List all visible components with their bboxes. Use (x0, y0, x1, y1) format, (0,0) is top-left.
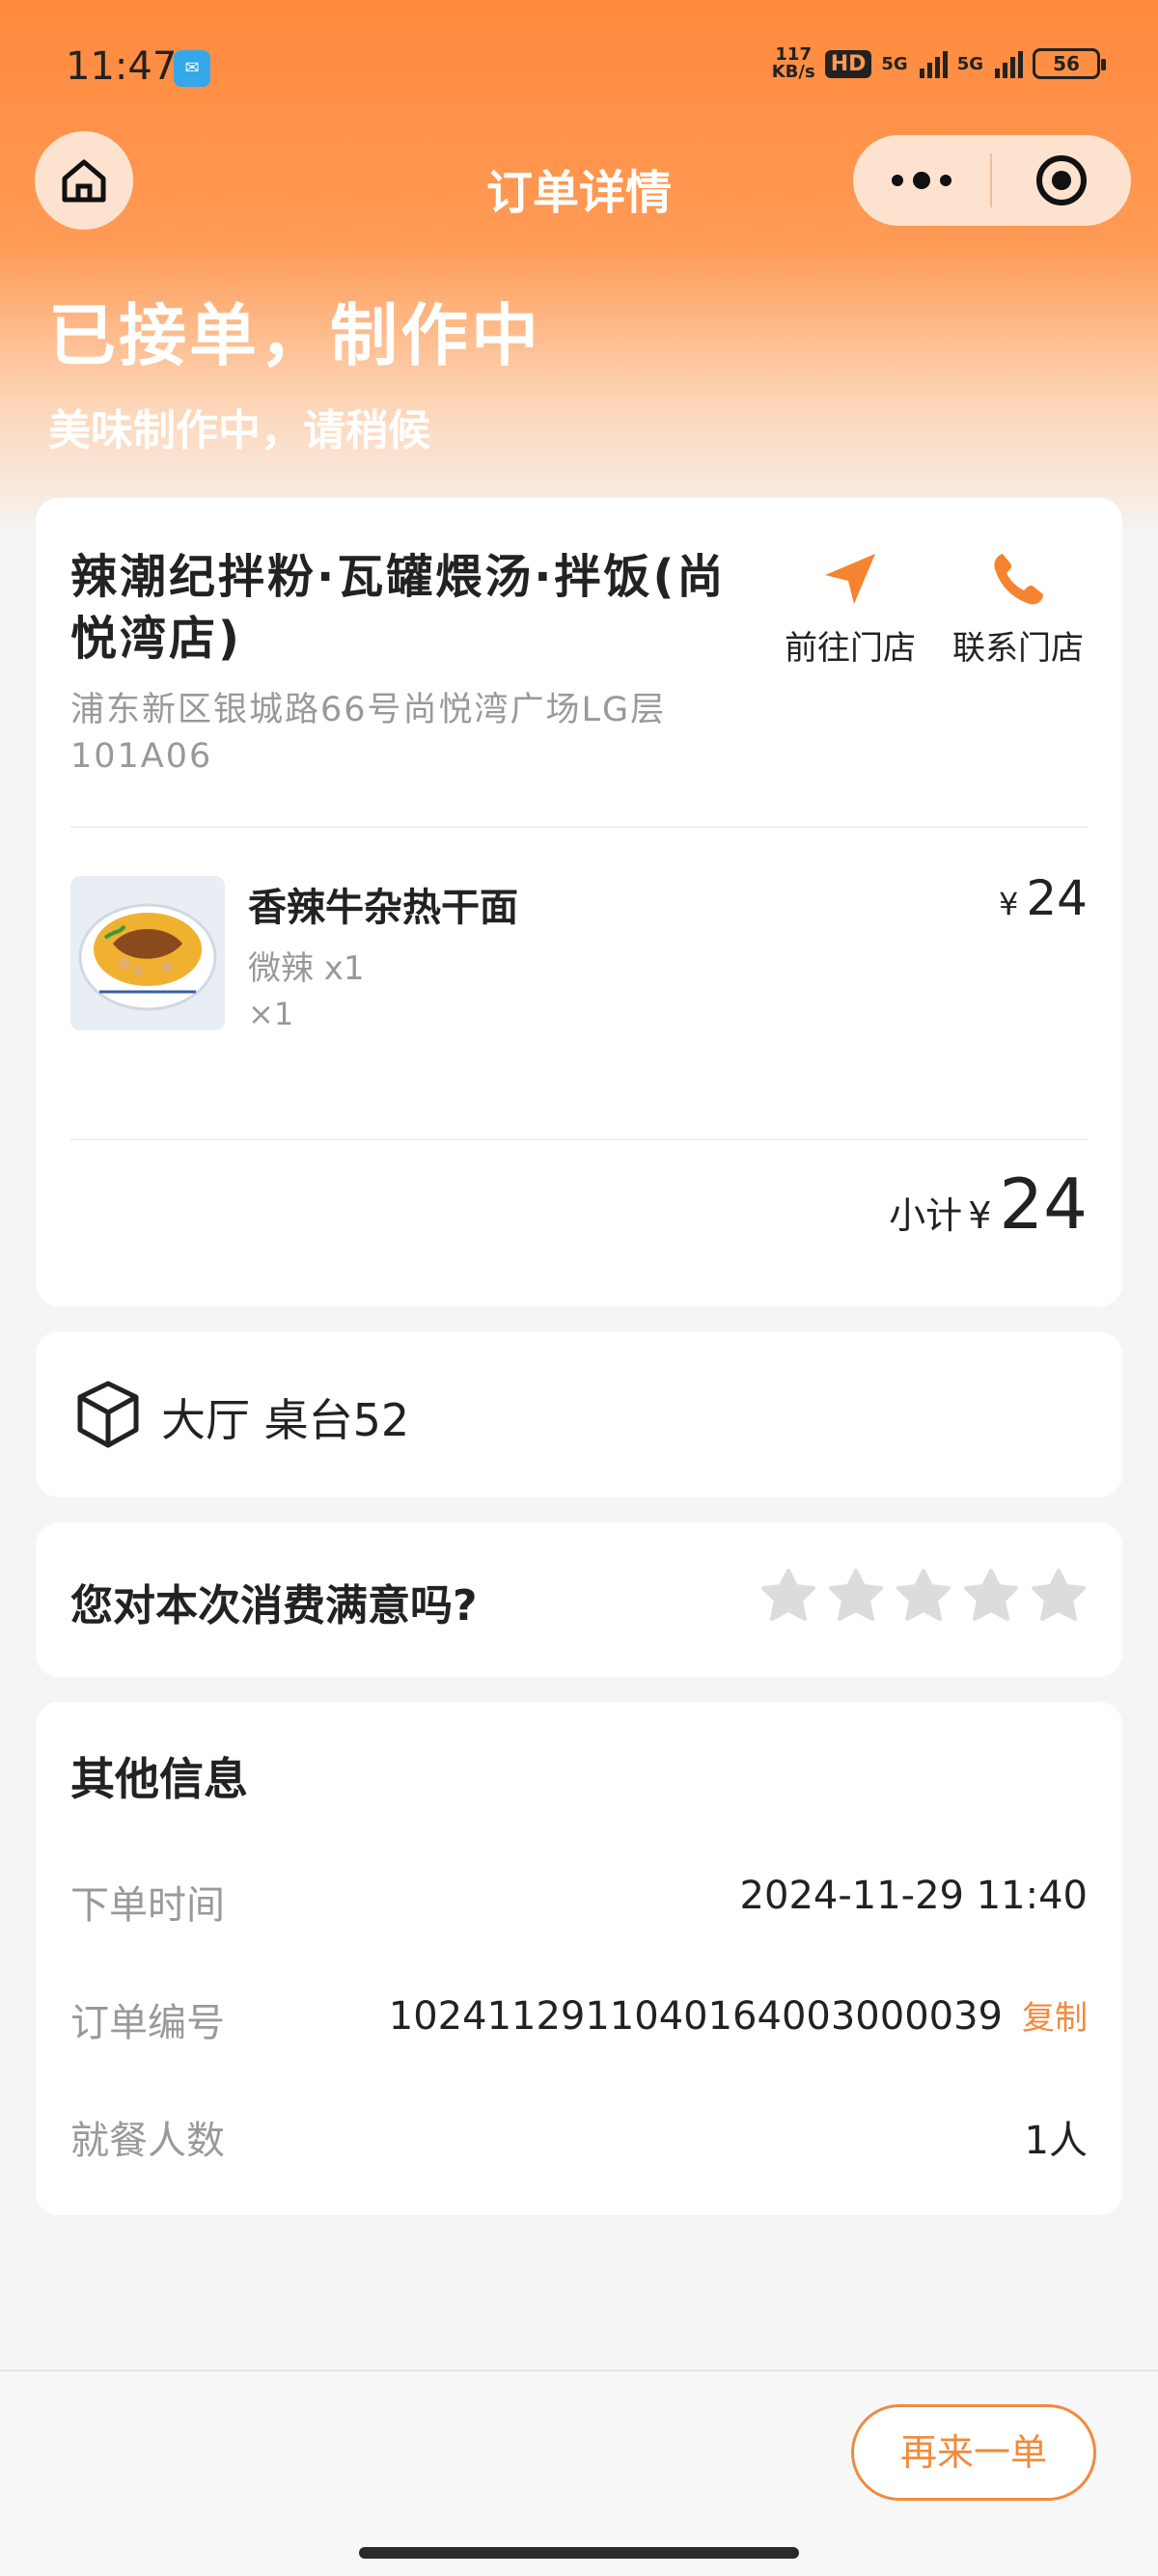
navigation-arrow-icon (825, 554, 875, 604)
store-address: 浦东新区银城路66号尚悦湾广场LG层101A06 (70, 691, 667, 776)
order-number-row: 1024112911040164003000039 复制 (389, 1991, 1088, 2039)
order-number-value: 1024112911040164003000039 (388, 1994, 1003, 2039)
contact-store-button[interactable]: 联系门店 (941, 544, 1095, 669)
phone-icon (994, 554, 1043, 605)
bottom-bar: 再来一单 (0, 2370, 1158, 2576)
table-info: 大厅 桌台52 (161, 1394, 410, 1446)
item-name: 香辣牛杂热干面 (248, 886, 518, 930)
subtotal-value: 24 (999, 1164, 1088, 1245)
item-price-value: 24 (1026, 870, 1088, 926)
status-time: 11:47 (66, 44, 178, 89)
other-info-title: 其他信息 (70, 1753, 248, 1805)
star-icon-5[interactable] (1030, 1567, 1088, 1625)
item-image (70, 876, 225, 1030)
order-time-value: 2024-11-29 11:40 (739, 1874, 1088, 1918)
more-icon (892, 175, 903, 186)
hd-icon: HD (824, 49, 872, 78)
item-quantity: ×1 (248, 996, 294, 1032)
status-bar: 11:47 ✉ 117 KB/s HD 5G 5G 56 (0, 0, 1158, 135)
other-info-card: 其他信息 下单时间 2024-11-29 11:40 订单编号 10241129… (36, 1702, 1122, 2215)
star-icon-3[interactable] (895, 1567, 952, 1625)
diners-label: 就餐人数 (70, 2119, 225, 2163)
signal-label-2: 5G (956, 53, 983, 74)
item-spec: 微辣 x1 (248, 949, 365, 988)
star-icon-2[interactable] (827, 1567, 885, 1625)
store-name: 辣潮纪拌粉·瓦罐煨汤·拌饭(尚悦湾店) (70, 550, 727, 666)
order-time-label: 下单时间 (70, 1883, 225, 1928)
divider (70, 826, 1088, 828)
battery-icon: 56 (1033, 48, 1106, 79)
copy-button[interactable]: 复制 (1022, 1999, 1088, 2038)
home-indicator (359, 2547, 799, 2559)
notification-icon: ✉ (174, 50, 210, 87)
rating-card: 您对本次消费满意吗? (36, 1522, 1122, 1677)
diners-value: 1人 (1024, 2119, 1088, 2163)
signal-label-1: 5G (881, 53, 908, 74)
subtotal: 小计 ¥ 24 (889, 1164, 1088, 1245)
star-icon-1[interactable] (759, 1567, 817, 1625)
close-miniprogram-button[interactable] (992, 135, 1131, 226)
subtotal-label: 小计 (889, 1194, 963, 1237)
net-speed: 117 KB/s (771, 44, 815, 82)
signal-icon (995, 49, 1023, 78)
navigate-store-button[interactable]: 前往门店 (773, 544, 927, 669)
rating-question: 您对本次消费满意吗? (70, 1581, 478, 1631)
divider (70, 1138, 1088, 1140)
signal-icon (919, 49, 948, 78)
table-card: 大厅 桌台52 (36, 1331, 1122, 1497)
star-rating (759, 1567, 1088, 1625)
reorder-button[interactable]: 再来一单 (851, 2404, 1096, 2501)
currency-symbol: ¥ (999, 886, 1019, 922)
target-icon (1036, 155, 1087, 206)
order-number-label: 订单编号 (70, 2001, 225, 2045)
item-price: ¥24 (999, 870, 1088, 926)
order-status: 已接单，制作中 (48, 296, 541, 375)
subtotal-currency: ¥ (968, 1194, 992, 1237)
miniprogram-capsule (853, 135, 1131, 226)
package-box-icon (77, 1381, 139, 1448)
more-button[interactable] (853, 135, 990, 226)
navigate-store-label: 前往门店 (785, 629, 916, 668)
contact-store-label: 联系门店 (952, 629, 1084, 668)
status-indicators: 117 KB/s HD 5G 5G 56 (771, 44, 1106, 82)
order-card: 辣潮纪拌粉·瓦罐煨汤·拌饭(尚悦湾店) 浦东新区银城路66号尚悦湾广场LG层10… (36, 498, 1122, 1306)
order-status-subtitle: 美味制作中，请稍候 (48, 406, 430, 455)
star-icon-4[interactable] (962, 1567, 1020, 1625)
